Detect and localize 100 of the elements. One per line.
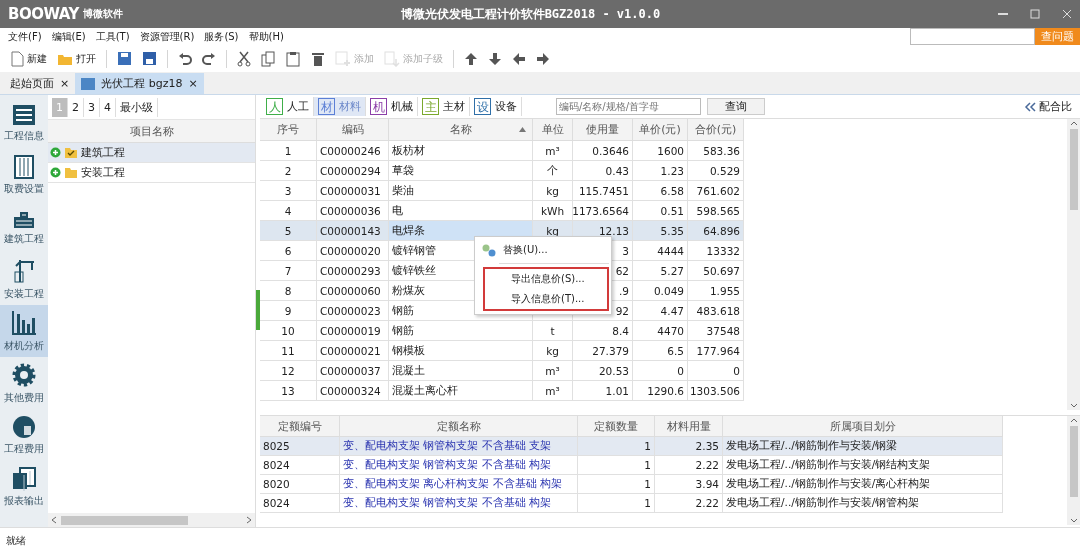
level-button[interactable]: 最小级	[116, 97, 158, 117]
report-icon	[11, 466, 37, 491]
filter-tab[interactable]: 设 设备	[470, 97, 522, 116]
tree-item[interactable]: 建筑工程	[48, 143, 255, 163]
table-cell: 4444	[633, 241, 688, 261]
delete-button[interactable]	[311, 50, 325, 67]
query-button[interactable]: 查询	[707, 98, 765, 115]
replace-icon	[481, 243, 497, 257]
nav-item[interactable]: 工程费用	[0, 409, 48, 461]
table-cell: 8	[260, 281, 317, 301]
table-cell: 27.379	[573, 341, 633, 361]
project-file-icon	[81, 77, 96, 90]
column-header[interactable]: 序号	[260, 119, 317, 141]
table-cell: 1600	[633, 141, 688, 161]
splitter-handle[interactable]	[256, 290, 260, 330]
table-cell: 8024	[260, 456, 340, 475]
table-cell: 钢筋	[389, 321, 533, 341]
table-cell: kg	[533, 181, 573, 201]
column-header[interactable]: 单位	[533, 119, 573, 141]
column-header[interactable]: 名称	[389, 119, 533, 141]
menu-item[interactable]: 服务(S)	[204, 29, 239, 44]
document-tab[interactable]: 起始页面 ×	[4, 73, 76, 94]
column-header[interactable]: 定额名称	[340, 416, 578, 437]
tree-item[interactable]: 安装工程	[48, 163, 255, 183]
column-header[interactable]: 编码	[317, 119, 389, 141]
maximize-button[interactable]	[1030, 9, 1040, 19]
column-header[interactable]: 使用量	[573, 119, 633, 141]
nav-item[interactable]: 工程信息	[0, 97, 48, 149]
category-icon: 机	[370, 98, 387, 115]
table-cell: 6	[260, 241, 317, 261]
mix-ratio-button[interactable]: 配合比	[1024, 99, 1080, 114]
copy-button[interactable]	[261, 50, 276, 67]
table-cell: 12	[260, 361, 317, 381]
table-cell: 1303.506	[688, 381, 744, 401]
tab-close-button[interactable]: ×	[60, 77, 70, 90]
table-cell: 1.01	[573, 381, 633, 401]
table-cell: 1	[578, 456, 655, 475]
save-button[interactable]	[117, 51, 132, 66]
level-button[interactable]: 4	[100, 97, 116, 117]
open-button[interactable]: 打开	[57, 51, 96, 66]
table-cell: 5.27	[633, 261, 688, 281]
column-header[interactable]: 材料用量	[655, 416, 723, 437]
table-cell: C00000023	[317, 301, 389, 321]
nav-item[interactable]: 安装工程	[0, 253, 48, 305]
table-cell: 0	[633, 361, 688, 381]
scrollbar-thumb[interactable]	[61, 515, 188, 525]
scrollbar-thumb[interactable]	[1069, 129, 1078, 211]
level-button[interactable]: 2	[68, 97, 84, 117]
undo-button[interactable]	[178, 51, 192, 66]
search-field[interactable]: 编码/名称/规格/首字母	[556, 98, 701, 115]
scroll-up-icon	[1069, 418, 1078, 423]
category-icon: 人	[266, 98, 283, 115]
scroll-right-icon	[246, 516, 252, 524]
column-header[interactable]: 定额数量	[578, 416, 655, 437]
cut-button[interactable]	[237, 50, 251, 67]
save-all-button[interactable]	[142, 51, 157, 66]
new-button[interactable]: 新建	[10, 50, 47, 67]
down-arrow-icon	[488, 51, 502, 66]
menu-item[interactable]: 资源管理(R)	[139, 29, 195, 44]
down-button[interactable]	[488, 51, 502, 66]
column-header[interactable]: 合价(元)	[688, 119, 744, 141]
double-chevron-left-icon	[1024, 101, 1036, 112]
table-cell: 变、配电构支架 离心杆构支架 不含基础 构架	[340, 475, 578, 494]
column-header[interactable]: 单价(元)	[633, 119, 688, 141]
minimize-icon	[998, 13, 1008, 15]
menu-item[interactable]: 文件(F)	[8, 29, 42, 44]
bar-chart-icon	[11, 309, 37, 336]
menu-item[interactable]: 编辑(E)	[51, 29, 86, 44]
table-cell: C00000031	[317, 181, 389, 201]
table-cell: C00000246	[317, 141, 389, 161]
filter-tab[interactable]: 机 机械	[366, 97, 418, 116]
right-button[interactable]	[536, 51, 550, 66]
up-button[interactable]	[464, 51, 478, 66]
scrollbar-thumb[interactable]	[1069, 426, 1078, 498]
right-arrow-icon	[536, 51, 550, 66]
table-cell: 0.3646	[573, 141, 633, 161]
nav-item[interactable]: 其他费用	[0, 357, 48, 409]
nav-item[interactable]: 材机分析	[0, 305, 48, 357]
table-cell: C00000294	[317, 161, 389, 181]
help-search-field[interactable]	[910, 28, 1035, 45]
redo-button[interactable]	[202, 51, 216, 66]
tab-close-button[interactable]: ×	[188, 77, 198, 90]
left-button[interactable]	[512, 51, 526, 66]
scroll-left-icon	[51, 516, 57, 524]
column-header[interactable]: 定额编号	[260, 416, 340, 437]
table-cell: 8024	[260, 494, 340, 513]
table-cell: 1.23	[633, 161, 688, 181]
menu-item[interactable]: 帮助(H)	[248, 29, 284, 44]
nav-item[interactable]: 建筑工程	[0, 201, 48, 253]
nav-item[interactable]: 取费设置	[0, 149, 48, 201]
document-tab[interactable]: 光伏工程 bgz18 ×	[75, 73, 204, 94]
level-button[interactable]: 3	[84, 97, 100, 117]
table-cell: C00000143	[317, 221, 389, 241]
menu-item[interactable]: 工具(T)	[95, 29, 130, 44]
tree-item-label: 安装工程	[81, 165, 125, 180]
nav-item[interactable]: 报表输出	[0, 461, 48, 513]
column-header[interactable]: 所属项目划分	[723, 416, 1003, 437]
filter-tab[interactable]: 主 主材	[418, 97, 470, 116]
paste-button[interactable]	[286, 50, 301, 67]
close-button[interactable]	[1062, 9, 1072, 19]
